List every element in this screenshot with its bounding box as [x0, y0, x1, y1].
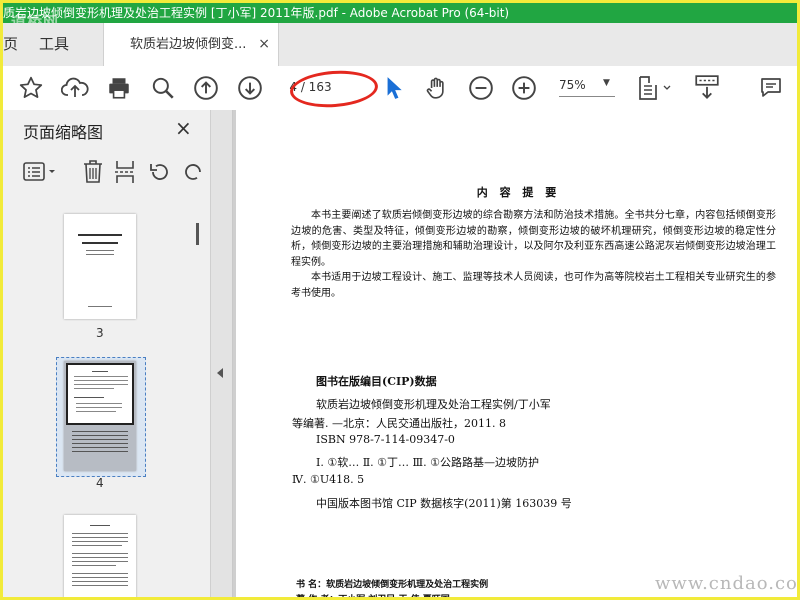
select-cursor-icon [387, 77, 402, 99]
panel-collapse-strip[interactable] [211, 110, 233, 597]
zoom-value: 75% [559, 78, 586, 92]
cip-heading: 图书在版编目(CIP)数据 [316, 375, 437, 388]
next-page-button[interactable] [234, 72, 266, 104]
thumbnail-number: 3 [96, 326, 104, 340]
thumbnail-number: 4 [96, 476, 104, 490]
tab-tools[interactable]: 工具 [39, 23, 69, 66]
summary-paragraph-2: 本书适用于边坡工程设计、施工、监理等技术人员阅读，也可作为高等院校岩土工程相关专… [291, 272, 776, 299]
rotate-clockwise-button[interactable] [179, 156, 207, 188]
page-fit-icon [639, 76, 671, 100]
window-title: 质岩边坡倾倒变形机理及处治工程实例 [丁小军] 2011年版.pdf - Ado… [3, 6, 510, 20]
tab-document-label: 软质岩边坡倾倒变... [130, 37, 247, 52]
hand-icon [426, 77, 444, 99]
thumbnail-page-5[interactable] [64, 515, 136, 597]
extract-pages-icon [115, 161, 134, 183]
summary-paragraph-1: 本书主要阐述了软质岩倾倒变形边坡的综合勘察方法和防治技术措施。全书共分七章，内容… [291, 210, 776, 268]
window-titlebar: 质岩边坡倾倒变形机理及处治工程实例 [丁小军] 2011年版.pdf - Ado… [3, 3, 797, 23]
authors-line: 著 作 者：丁小军 刘卫民 王 伟 夏旺国 [296, 595, 450, 600]
page-up-icon [194, 76, 218, 100]
bookmark-star-button[interactable] [15, 72, 47, 104]
cip-line: Ⅳ. ①U418. 5 [292, 473, 365, 486]
rotate-counterclockwise-button[interactable] [146, 156, 174, 188]
trash-icon [84, 160, 102, 183]
rotate-left-icon [150, 164, 168, 180]
hand-tool-button[interactable] [421, 72, 453, 104]
summary-heading: 内 容 提 要 [476, 186, 561, 199]
collapse-arrow-icon [217, 368, 223, 378]
book-name-label: 书 名： [296, 580, 327, 590]
zoom-out-icon [469, 76, 493, 100]
search-icon [152, 77, 174, 99]
document-page: 内 容 提 要 本书主要阐述了软质岩倾倒变形边坡的综合勘察方法和防治技术措施。全… [236, 110, 797, 600]
tab-home[interactable]: 页 [3, 23, 17, 66]
scroll-mode-button[interactable] [691, 72, 723, 104]
tab-document[interactable]: 软质岩边坡倾倒变... × [103, 23, 279, 66]
page-thumbnails-panel: 页面缩略图 × 3 4 [3, 110, 211, 597]
extract-pages-button[interactable] [111, 156, 139, 188]
print-icon [109, 78, 129, 99]
previous-page-button[interactable] [190, 72, 222, 104]
zoom-out-button[interactable] [465, 72, 497, 104]
book-name-line: 书 名：软质岩边坡倾倒变形机理及处治工程实例 [296, 577, 488, 590]
thumbnail-list: 3 4 [3, 200, 210, 597]
panel-close-button[interactable]: × [175, 116, 192, 140]
print-button[interactable] [103, 72, 135, 104]
chevron-down-icon: ▼ [603, 78, 610, 88]
page-fit-button[interactable] [635, 72, 675, 104]
document-viewport[interactable]: 内 容 提 要 本书主要阐述了软质岩倾倒变形边坡的综合勘察方法和防治技术措施。全… [233, 110, 797, 600]
find-button[interactable] [147, 72, 179, 104]
screenshot-frame: 质岩边坡倾倒变形机理及处治工程实例 [丁小军] 2011年版.pdf - Ado… [0, 0, 800, 600]
upload-button[interactable] [59, 72, 91, 104]
star-icon [19, 76, 43, 98]
thumbnail-page-4[interactable] [64, 361, 136, 471]
list-options-icon [23, 162, 55, 181]
rotate-right-icon [185, 164, 201, 180]
zoom-in-button[interactable] [508, 72, 540, 104]
main-toolbar: 4 / 163 75% ▼ [3, 66, 797, 111]
options-menu-button[interactable] [21, 156, 61, 188]
zoom-in-icon [512, 76, 536, 100]
thumbnail-page-3[interactable] [64, 214, 136, 319]
cip-line: 软质岩边坡倾倒变形机理及处治工程实例/丁小军 [316, 398, 551, 411]
zoom-underline [559, 96, 615, 97]
panel-title: 页面缩略图 [23, 123, 104, 142]
panel-toolbar [3, 154, 210, 190]
comment-icon [761, 78, 781, 97]
cip-line: 中国版本图书馆 CIP 数据核字(2011)第 163039 号 [316, 497, 572, 510]
page-down-icon [238, 76, 262, 100]
site-watermark: www.cndao.com [655, 573, 800, 594]
cip-line: Ⅰ. ①软… Ⅱ. ①丁… Ⅲ. ①公路路基—边坡防护 [316, 456, 539, 469]
book-name-value: 软质岩边坡倾倒变形机理及处治工程实例 [326, 580, 489, 590]
comment-button[interactable] [755, 72, 787, 104]
cip-line: ISBN 978-7-114-09347-0 [316, 433, 455, 446]
tab-bar: 页 工具 软质岩边坡倾倒变... × [3, 23, 797, 67]
upload-icon [61, 77, 89, 97]
zoom-select[interactable]: 75% ▼ [559, 78, 617, 97]
select-tool-button[interactable] [379, 72, 407, 104]
scroll-mode-icon [695, 75, 719, 99]
visible-area-box [66, 363, 134, 425]
tab-close-button[interactable]: × [258, 23, 270, 66]
cip-line: 等编著. —北京：人民交通出版社，2011. 8 [292, 417, 506, 430]
delete-pages-button[interactable] [79, 156, 107, 188]
